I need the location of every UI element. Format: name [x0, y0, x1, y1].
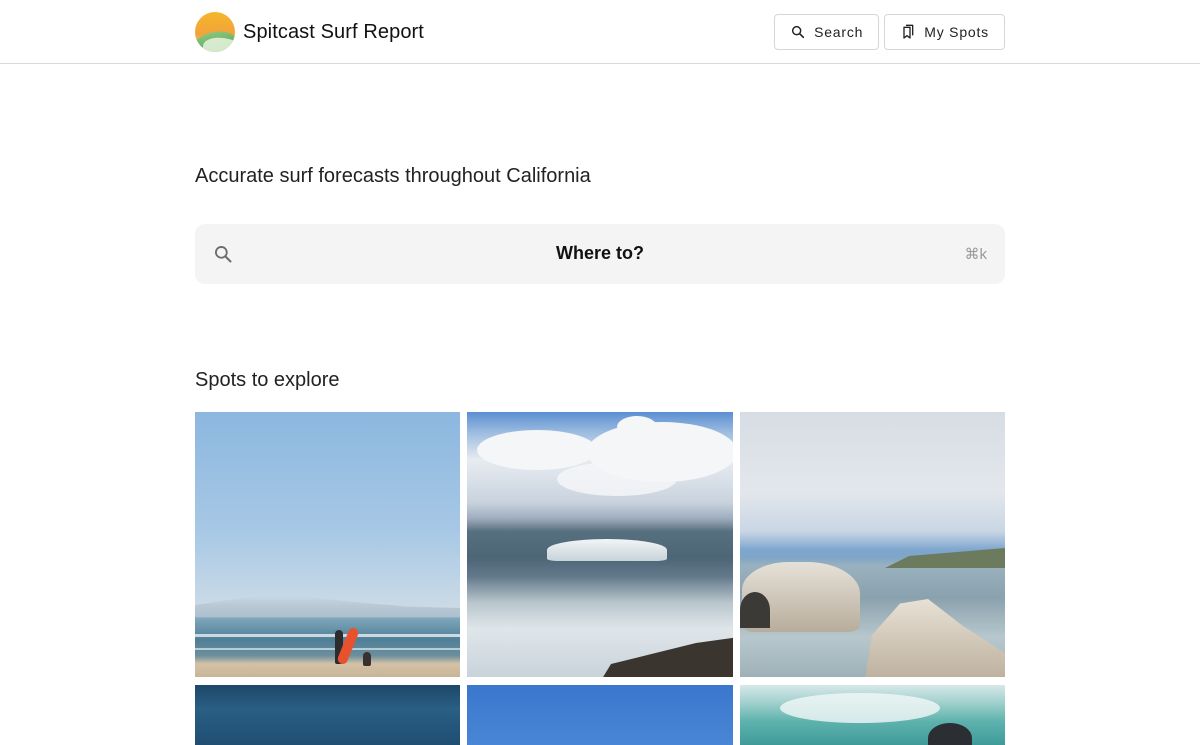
header-nav: Search My Spots	[774, 14, 1005, 50]
search-icon	[791, 25, 805, 39]
brand-link[interactable]: Spitcast Surf Report	[195, 12, 424, 52]
sunset-wave-logo-icon	[195, 12, 235, 52]
section-title-spots: Spots to explore	[195, 369, 340, 391]
my-spots-button[interactable]: My Spots	[884, 14, 1005, 50]
where-to-search-input[interactable]: Where to? ⌘k	[195, 224, 1005, 284]
spot-tile-beach-surfer[interactable]	[195, 412, 460, 677]
page-tagline: Accurate surf forecasts throughout Calif…	[195, 165, 591, 187]
spot-tile-breaking-wave[interactable]	[467, 412, 733, 677]
search-placeholder: Where to?	[556, 243, 644, 263]
spots-grid	[195, 412, 1005, 745]
search-button[interactable]: Search	[774, 14, 880, 50]
bookmark-icon	[903, 24, 914, 39]
app-title: Spitcast Surf Report	[243, 20, 424, 43]
my-spots-button-label: My Spots	[924, 24, 989, 40]
keyboard-shortcut-hint: ⌘k	[964, 246, 988, 263]
spot-tile-rock-arch[interactable]	[740, 412, 1005, 677]
spot-tile-wave-spray[interactable]	[740, 685, 1005, 745]
top-bar: Spitcast Surf Report Search My Spots	[0, 0, 1200, 64]
spot-tile-ocean-swell[interactable]	[195, 685, 460, 745]
search-button-label: Search	[814, 24, 864, 40]
spot-tile-blue-sky[interactable]	[467, 685, 733, 745]
